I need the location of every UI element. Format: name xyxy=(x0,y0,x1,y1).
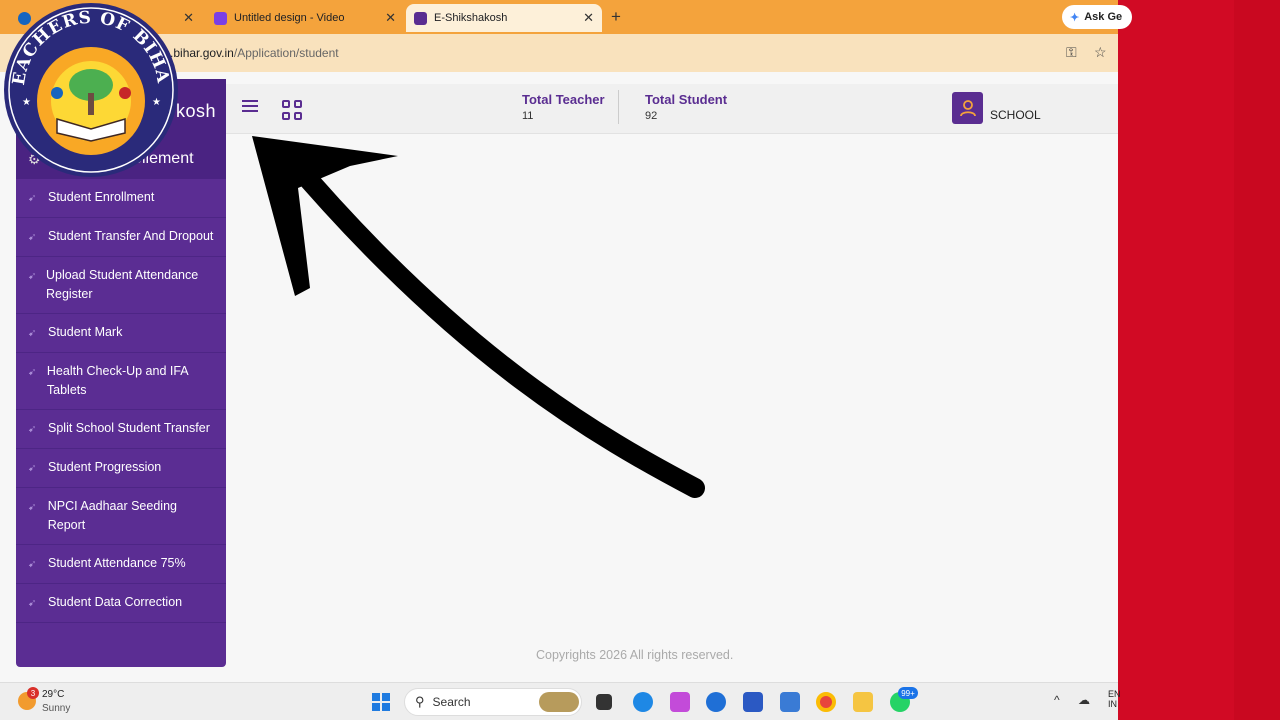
sidebar-item[interactable]: ➹ Health Check-Up and IFA Tablets xyxy=(16,353,226,410)
microsoft-store-icon[interactable] xyxy=(743,692,763,712)
sidebar-item-label: Health Check-Up and IFA Tablets xyxy=(46,364,188,397)
brand-name: kosh xyxy=(175,101,216,121)
total-student-stat: Total Student 92 xyxy=(645,92,727,122)
chrome-icon[interactable] xyxy=(816,692,836,712)
language-code: EN xyxy=(1108,689,1121,699)
ask-label: Ask Ge xyxy=(1084,11,1123,23)
app-header: Total Teacher 11 Total Student 92 SCHOOL xyxy=(226,84,1118,134)
sidebar-item-label: Upload Student Attendance Register xyxy=(45,268,199,301)
stat-divider xyxy=(618,90,619,124)
store-icon[interactable] xyxy=(706,692,726,712)
sidebar-item[interactable]: ➹ NPCI Aadhaar Seeding Report xyxy=(16,488,226,545)
tab-label: E-Shikshakosh xyxy=(434,12,508,24)
new-tab-button[interactable]: + xyxy=(611,7,621,27)
sidebar-item-label: Student Progression xyxy=(48,460,162,474)
sidebar-item[interactable]: ➹ Upload Student Attendance Register xyxy=(16,257,226,314)
key-icon[interactable]: ⚿ xyxy=(1066,44,1077,61)
stat-label: Total Teacher xyxy=(522,92,605,107)
task-view-icon[interactable] xyxy=(596,694,612,710)
video-favicon-icon xyxy=(214,11,227,25)
copilot-icon[interactable] xyxy=(670,692,690,712)
outlook-icon[interactable] xyxy=(780,692,800,712)
menu-bullet-icon: ➹ xyxy=(28,559,37,570)
sparkle-icon: ✦ xyxy=(1070,11,1080,24)
close-icon[interactable]: ✕ xyxy=(385,10,396,26)
temperature: 29°C xyxy=(42,689,65,700)
sidebar-item-label: Student Mark xyxy=(48,325,123,339)
sidebar-item-label: Student Attendance 75% xyxy=(48,556,186,570)
teachers-of-bihar-logo: TEACHERS OF BIHAR ★ ★ xyxy=(2,1,178,177)
sidebar-item-label: Student Transfer And Dropout xyxy=(48,229,214,243)
ask-gemini-button[interactable]: ✦ Ask Ge xyxy=(1062,5,1132,29)
search-label: Search xyxy=(432,695,471,709)
chevron-up-icon[interactable]: ^ xyxy=(1054,693,1060,707)
sidebar-item-label: Split School Student Transfer xyxy=(48,421,210,435)
menu-bullet-icon: ➹ xyxy=(28,232,37,243)
sidebar-menu: ➹ Student Enrollment ➹ Student Transfer And… xyxy=(16,179,226,623)
language-region: IN xyxy=(1108,699,1117,709)
sidebar: ⚙ Student Enrollement ➹Student Enrollmen… xyxy=(16,139,226,667)
menu-bullet-icon: ➹ xyxy=(28,463,37,474)
tab-label: Untitled design - Video xyxy=(234,12,345,24)
red-side-panel xyxy=(1118,0,1280,720)
menu-bullet-icon: ➹ xyxy=(28,193,37,204)
svg-text:★: ★ xyxy=(22,97,31,108)
weather-condition: Sunny xyxy=(42,703,71,714)
sidebar-item-label: Student Enrollment xyxy=(48,190,155,204)
file-explorer-icon[interactable] xyxy=(853,692,873,712)
taskbar-search[interactable]: ⚲ Search xyxy=(404,688,582,716)
whatsapp-badge: 99+ xyxy=(898,687,918,699)
close-icon[interactable]: ✕ xyxy=(583,10,594,26)
cloud-icon[interactable]: ☁ xyxy=(1078,693,1090,707)
edge-browser-icon[interactable] xyxy=(633,692,653,712)
sidebar-item-label: Student Data Correction xyxy=(48,595,183,609)
windows-taskbar: 3 29°C Sunny ⚲ Search 99+ ^ ☁ EN IN xyxy=(0,682,1121,720)
total-teacher-stat: Total Teacher 11 xyxy=(522,92,605,122)
bookmark-star-icon[interactable]: ☆ xyxy=(1094,44,1107,61)
menu-bullet-icon: ➹ xyxy=(28,502,37,513)
footer-copyright: Copyrights 2026 All rights reserved. xyxy=(536,648,734,662)
sidebar-item[interactable]: ➹ Student Progression xyxy=(16,449,226,488)
sidebar-item-label: NPCI Aadhaar Seeding Report xyxy=(47,499,177,532)
svg-text:★: ★ xyxy=(152,97,161,108)
stat-label: Total Student xyxy=(645,92,728,107)
close-icon[interactable]: ✕ xyxy=(183,10,194,26)
stat-value: 92 xyxy=(645,110,658,122)
sidebar-item[interactable]: ➹ Student Mark xyxy=(16,314,226,353)
user-avatar-icon[interactable] xyxy=(952,92,983,124)
sidebar-item[interactable]: ➹ Student Transfer And Dropout xyxy=(16,218,226,257)
hamburger-menu-icon[interactable] xyxy=(242,100,258,112)
menu-bullet-icon: ➹ xyxy=(28,328,37,339)
weather-badge: 3 xyxy=(27,687,39,699)
arrow-annotation xyxy=(252,136,705,498)
language-indicator[interactable]: EN IN xyxy=(1108,689,1121,709)
sidebar-item[interactable]: ➹ Student Data Correction xyxy=(16,584,226,623)
sidebar-item[interactable]: ➹ Student Attendance 75% xyxy=(16,545,226,584)
search-icon: ⚲ xyxy=(415,694,425,709)
menu-bullet-icon: ➹ xyxy=(28,367,37,378)
menu-bullet-icon: ➹ xyxy=(28,598,37,609)
sidebar-item[interactable]: ➹ Split School Student Transfer xyxy=(16,410,226,449)
windows-start-icon[interactable] xyxy=(372,693,390,711)
menu-bullet-icon: ➹ xyxy=(28,271,37,282)
tab-e-shikshakosh[interactable]: E-Shikshakosh ✕ xyxy=(406,4,602,32)
shikshakosh-favicon-icon xyxy=(414,11,427,25)
stat-value: 11 xyxy=(522,110,534,122)
sidebar-item[interactable]: ➹ Student Enrollment xyxy=(16,179,226,218)
red-stripe xyxy=(1234,0,1280,720)
menu-bullet-icon: ➹ xyxy=(28,424,37,435)
search-highlight-icon xyxy=(539,692,579,712)
tab-untitled-design[interactable]: Untitled design - Video ✕ xyxy=(208,4,404,32)
apps-grid-icon[interactable] xyxy=(282,100,302,120)
url-path: /Application/student xyxy=(233,46,339,60)
user-role: SCHOOL xyxy=(990,108,1041,122)
